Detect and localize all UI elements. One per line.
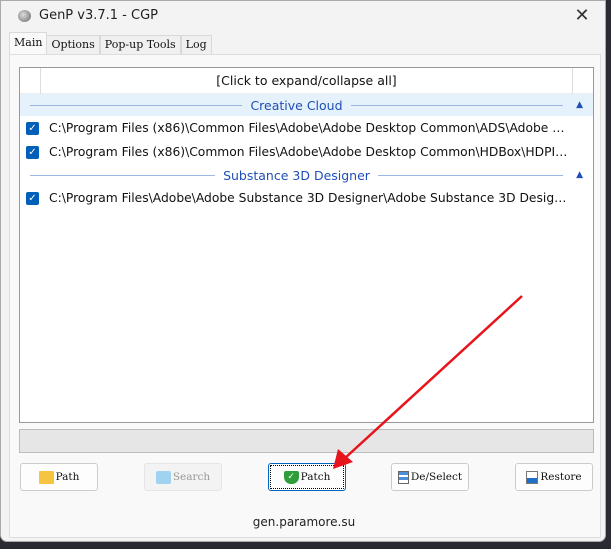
item-path: C:\Program Files (x86)\Common Files\Adob… (49, 121, 569, 135)
progress-bar (19, 429, 594, 453)
group-title: Creative Cloud (250, 97, 343, 113)
group-substance-3d-designer[interactable]: Substance 3D Designer ▲ (20, 164, 593, 186)
search-icon (155, 470, 171, 484)
checkbox[interactable]: ✓ (26, 191, 39, 205)
list-item[interactable]: ✓ C:\Program Files (x86)\Common Files\Ado… (20, 116, 593, 140)
folder-icon (38, 470, 54, 484)
genp-window: GenP v3.7.1 - CGP ✕ Main Options Pop-up … (0, 0, 606, 542)
window-title: GenP v3.7.1 - CGP (39, 8, 158, 23)
title-bar: GenP v3.7.1 - CGP ✕ (1, 1, 605, 32)
list-item[interactable]: ✓ C:\Program Files (x86)\Common Files\Ado… (20, 140, 593, 164)
list-icon (397, 470, 409, 484)
checkbox[interactable]: ✓ (26, 145, 39, 159)
restore-label: Restore (540, 471, 582, 483)
close-button[interactable]: ✕ (571, 5, 593, 26)
item-path: C:\Program Files\Adobe\Adobe Substance 3… (49, 191, 569, 205)
deselect-button[interactable]: De/Select (391, 463, 469, 491)
tab-log[interactable]: Log (180, 35, 212, 54)
search-button[interactable]: Search (144, 463, 222, 491)
search-label: Search (172, 471, 211, 483)
file-list[interactable]: [Click to expand/collapse all] Creative … (19, 67, 594, 423)
group-title: Substance 3D Designer (223, 167, 370, 183)
shield-check-icon: ✓ (283, 470, 299, 484)
list-item[interactable]: ✓ C:\Program Files\Adobe\Adobe Substance … (20, 186, 593, 210)
tab-popup-tools[interactable]: Pop-up Tools (99, 35, 181, 54)
item-path: C:\Program Files (x86)\Common Files\Adob… (49, 145, 569, 159)
tab-options[interactable]: Options (46, 35, 100, 54)
expand-collapse-header[interactable]: [Click to expand/collapse all] (20, 68, 593, 94)
chevron-up-icon[interactable]: ▲ (576, 170, 583, 180)
path-label: Path (55, 471, 80, 483)
path-button[interactable]: Path (20, 463, 98, 491)
chevron-up-icon[interactable]: ▲ (576, 100, 583, 110)
restore-icon (526, 470, 539, 484)
checkbox[interactable]: ✓ (26, 121, 39, 135)
tab-main[interactable]: Main (9, 32, 48, 54)
restore-button[interactable]: Restore (515, 463, 593, 491)
header-label: [Click to expand/collapse all] (216, 73, 397, 88)
group-creative-cloud[interactable]: Creative Cloud ▲ (20, 94, 593, 116)
deselect-label: De/Select (410, 471, 463, 483)
app-icon (18, 10, 31, 22)
tab-bar: Main Options Pop-up Tools Log (9, 32, 212, 54)
website-link[interactable]: gen.paramore.su (1, 515, 607, 529)
patch-label: Patch (300, 471, 331, 483)
patch-button[interactable]: ✓ Patch (268, 463, 346, 491)
